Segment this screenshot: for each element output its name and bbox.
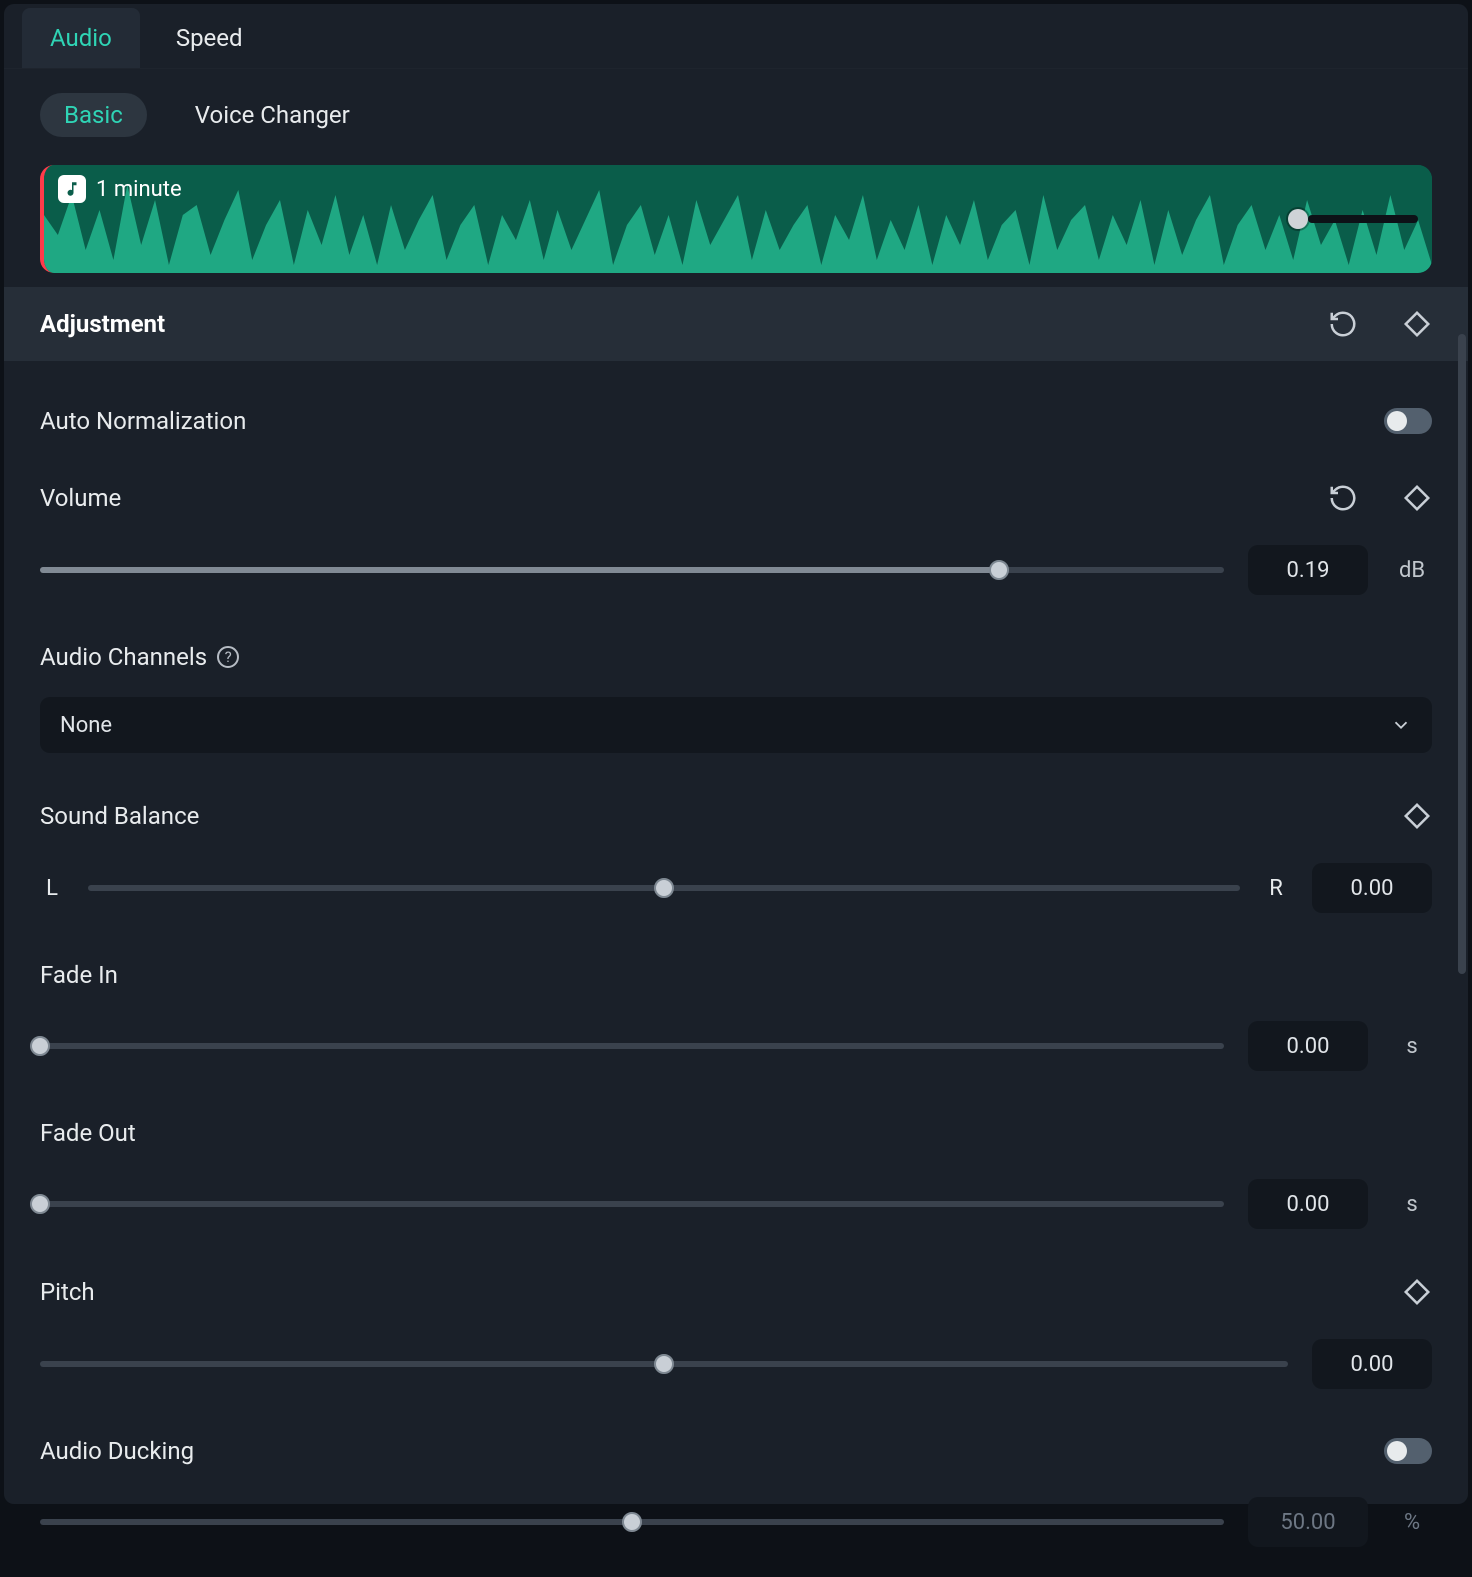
clip-trim-handle[interactable] — [1288, 209, 1418, 229]
scrollbar[interactable] — [1458, 334, 1466, 974]
label-audio-channels: Audio Channels — [40, 643, 207, 671]
value-fade-in[interactable]: 0.00 — [1248, 1021, 1368, 1071]
sound-balance-keyframe-icon[interactable] — [1402, 801, 1432, 831]
keyframe-icon[interactable] — [1402, 309, 1432, 339]
value-volume[interactable]: 0.19 — [1248, 545, 1368, 595]
audio-clip[interactable]: 1 minute — [40, 165, 1432, 273]
label-sound-balance: Sound Balance — [40, 802, 199, 830]
row-auto-normalization: Auto Normalization — [40, 369, 1432, 435]
label-auto-normalization: Auto Normalization — [40, 407, 246, 435]
help-icon[interactable]: ? — [217, 646, 239, 668]
row-audio-channels: Audio Channels ? — [40, 605, 1432, 671]
slider-fade-in[interactable] — [40, 1043, 1224, 1049]
select-audio-channels-value: None — [60, 713, 112, 738]
label-pitch: Pitch — [40, 1278, 95, 1306]
label-fade-out: Fade Out — [40, 1119, 136, 1147]
reset-icon[interactable] — [1328, 309, 1358, 339]
label-audio-ducking: Audio Ducking — [40, 1437, 194, 1465]
clip-name: 1 minute — [96, 177, 182, 202]
select-audio-channels[interactable]: None — [40, 697, 1432, 753]
tab-speed[interactable]: Speed — [148, 8, 271, 68]
balance-left-label: L — [40, 876, 64, 901]
row-volume: Volume — [40, 445, 1432, 513]
volume-reset-icon[interactable] — [1328, 483, 1358, 513]
tab-audio[interactable]: Audio — [22, 8, 140, 68]
slider-audio-ducking[interactable] — [40, 1519, 1224, 1525]
toggle-audio-ducking[interactable] — [1384, 1438, 1432, 1464]
subtab-basic[interactable]: Basic — [40, 93, 147, 137]
section-header-adjustment: Adjustment — [4, 287, 1468, 361]
row-pitch: Pitch — [40, 1239, 1432, 1307]
value-sound-balance[interactable]: 0.00 — [1312, 863, 1432, 913]
row-fade-out: Fade Out — [40, 1081, 1432, 1147]
label-fade-in: Fade In — [40, 961, 118, 989]
slider-pitch[interactable] — [40, 1361, 1288, 1367]
toggle-auto-normalization[interactable] — [1384, 408, 1432, 434]
value-fade-out[interactable]: 0.00 — [1248, 1179, 1368, 1229]
label-volume: Volume — [40, 484, 121, 512]
unit-audio-ducking: % — [1392, 1510, 1432, 1535]
row-audio-ducking: Audio Ducking — [40, 1399, 1432, 1465]
chevron-down-icon — [1390, 714, 1412, 736]
unit-fade-out: s — [1392, 1192, 1432, 1217]
unit-volume: dB — [1392, 558, 1432, 583]
sub-tabs: Basic Voice Changer — [4, 69, 1468, 155]
pitch-keyframe-icon[interactable] — [1402, 1277, 1432, 1307]
top-tabs: Audio Speed — [4, 4, 1468, 69]
waveform-graphic — [44, 165, 1432, 273]
slider-volume[interactable] — [40, 567, 1224, 573]
row-sound-balance: Sound Balance — [40, 763, 1432, 831]
section-title: Adjustment — [40, 310, 165, 338]
volume-keyframe-icon[interactable] — [1402, 483, 1432, 513]
slider-sound-balance[interactable] — [88, 885, 1240, 891]
value-audio-ducking: 50.00 — [1248, 1497, 1368, 1547]
unit-fade-in: s — [1392, 1034, 1432, 1059]
value-pitch[interactable]: 0.00 — [1312, 1339, 1432, 1389]
music-note-icon — [58, 175, 86, 203]
subtab-voice-changer[interactable]: Voice Changer — [171, 93, 374, 137]
balance-right-label: R — [1264, 876, 1288, 901]
slider-fade-out[interactable] — [40, 1201, 1224, 1207]
row-fade-in: Fade In — [40, 923, 1432, 989]
